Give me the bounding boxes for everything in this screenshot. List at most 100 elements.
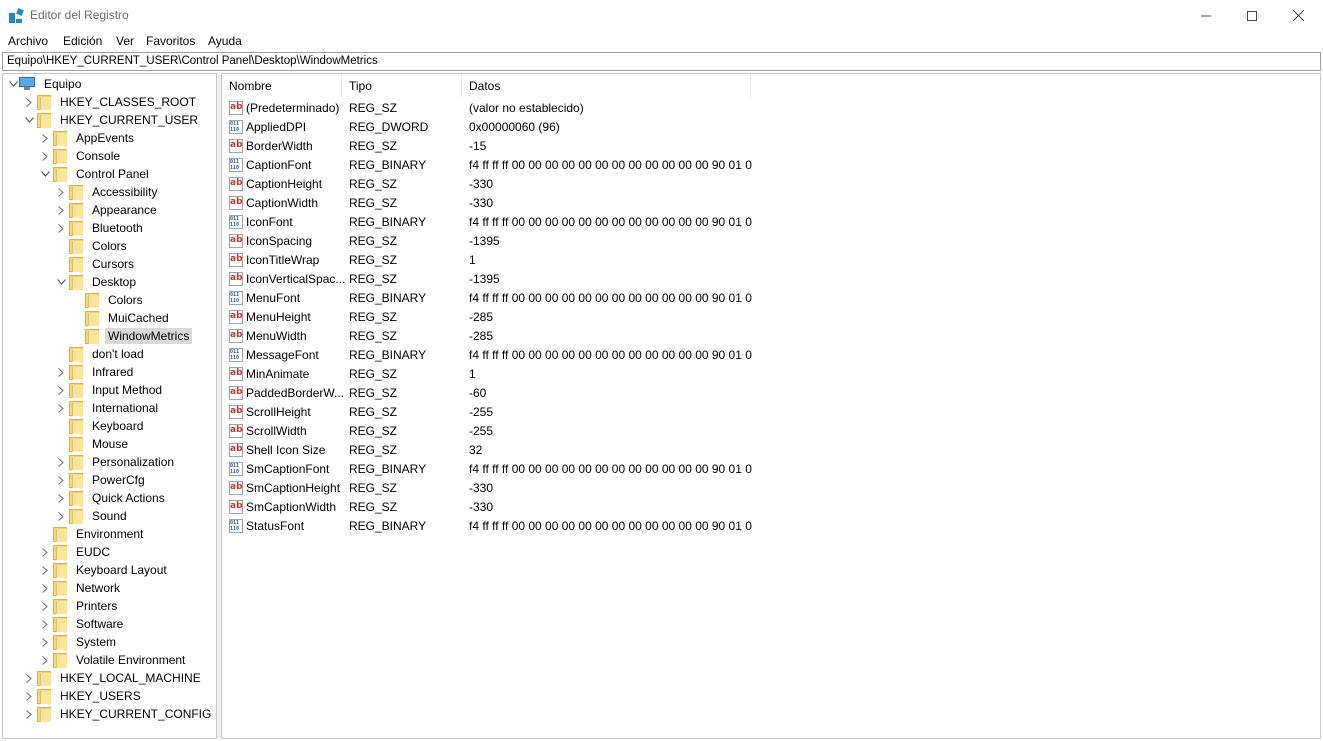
tree-item[interactable]: AppEvents <box>39 129 137 147</box>
chevron-right-icon[interactable] <box>39 615 51 633</box>
tree-item[interactable]: Printers <box>39 597 120 615</box>
chevron-right-icon[interactable] <box>55 489 67 507</box>
value-row[interactable]: ScrollWidth REG_SZ -255 <box>222 421 752 440</box>
tree-item[interactable]: Keyboard Layout <box>39 561 170 579</box>
value-row[interactable]: CaptionFont REG_BINARY f4 ff ff ff 00 00 0… <box>222 155 752 174</box>
title-bar[interactable]: Editor del Registro <box>0 0 1323 31</box>
chevron-right-icon[interactable] <box>55 363 67 381</box>
value-row[interactable]: SmCaptionWidth REG_SZ -330 <box>222 497 752 516</box>
chevron-right-icon[interactable] <box>23 669 35 687</box>
value-row[interactable]: CaptionWidth REG_SZ -330 <box>222 193 752 212</box>
chevron-right-icon[interactable] <box>55 183 67 201</box>
tree-item[interactable]: HKEY_CURRENT_CONFIG <box>23 705 214 723</box>
tree-item[interactable]: MuiCached <box>71 309 172 327</box>
tree-item[interactable]: Colors <box>71 291 146 309</box>
chevron-right-icon[interactable] <box>39 633 51 651</box>
value-row[interactable]: (Predeterminado) REG_SZ (valor no establec… <box>222 98 752 117</box>
chevron-right-icon[interactable] <box>55 381 67 399</box>
chevron-right-icon[interactable] <box>55 453 67 471</box>
chevron-right-icon[interactable] <box>39 597 51 615</box>
tree-item[interactable]: Volatile Environment <box>39 651 188 669</box>
value-row[interactable]: SmCaptionFont REG_BINARY f4 ff ff ff 00 00… <box>222 459 752 478</box>
tree-item[interactable]: Personalization <box>55 453 177 471</box>
menu-archivo[interactable]: Archivo <box>8 34 48 48</box>
chevron-right-icon[interactable] <box>23 705 35 723</box>
value-row[interactable]: IconTitleWrap REG_SZ 1 <box>222 250 752 269</box>
chevron-right-icon[interactable] <box>55 219 67 237</box>
value-row[interactable]: MenuFont REG_BINARY f4 ff ff ff 00 00 00 0… <box>222 288 752 307</box>
menu-favoritos[interactable]: Favoritos <box>146 34 195 48</box>
value-row[interactable]: AppliedDPI REG_DWORD 0x00000060 (96) <box>222 117 752 136</box>
chevron-right-icon[interactable] <box>55 399 67 417</box>
tree-item[interactable]: Keyboard <box>55 417 146 435</box>
value-row[interactable]: BorderWidth REG_SZ -15 <box>222 136 752 155</box>
tree-item[interactable]: Colors <box>55 237 130 255</box>
tree-item[interactable]: Quick Actions <box>55 489 168 507</box>
values-list[interactable]: Nombre Tipo Datos (Predeterminado) REG_SZ… <box>221 73 1321 739</box>
chevron-down-icon[interactable] <box>55 273 67 291</box>
key-tree[interactable]: Equipo HKEY_CLASSES_ROOT HKEY_CURRENT_USER… <box>2 73 217 739</box>
value-row[interactable]: MenuHeight REG_SZ -285 <box>222 307 752 326</box>
value-row[interactable]: StatusFont REG_BINARY f4 ff ff ff 00 00 00… <box>222 516 752 535</box>
chevron-right-icon[interactable] <box>39 129 51 147</box>
column-header-datos[interactable]: Datos <box>462 74 751 97</box>
value-row[interactable]: CaptionHeight REG_SZ -330 <box>222 174 752 193</box>
tree-item[interactable]: Mouse <box>55 435 131 453</box>
tree-item[interactable]: Sound <box>55 507 130 525</box>
chevron-right-icon[interactable] <box>55 471 67 489</box>
tree-item[interactable]: HKEY_LOCAL_MACHINE <box>23 669 204 687</box>
value-row[interactable]: Shell Icon Size REG_SZ 32 <box>222 440 752 459</box>
value-row[interactable]: MessageFont REG_BINARY f4 ff ff ff 00 00 0… <box>222 345 752 364</box>
tree-item[interactable]: Infrared <box>55 363 136 381</box>
tree-item[interactable]: HKEY_CURRENT_USER <box>23 111 201 129</box>
column-header-tipo[interactable]: Tipo <box>342 74 462 97</box>
chevron-right-icon[interactable] <box>55 507 67 525</box>
value-row[interactable]: IconSpacing REG_SZ -1395 <box>222 231 752 250</box>
tree-item[interactable]: don't load <box>55 345 147 363</box>
chevron-down-icon[interactable] <box>23 111 35 129</box>
chevron-right-icon[interactable] <box>39 561 51 579</box>
address-bar[interactable]: Equipo\HKEY_CURRENT_USER\Control Panel\D… <box>2 52 1321 71</box>
tree-item[interactable]: HKEY_CLASSES_ROOT <box>23 93 199 111</box>
menu-ver[interactable]: Ver <box>116 34 134 48</box>
tree-item[interactable]: EUDC <box>39 543 113 561</box>
chevron-down-icon[interactable] <box>39 165 51 183</box>
tree-item[interactable]: PowerCfg <box>55 471 148 489</box>
value-row[interactable]: SmCaptionHeight REG_SZ -330 <box>222 478 752 497</box>
tree-item[interactable]: Desktop <box>55 273 139 291</box>
value-row[interactable]: ScrollHeight REG_SZ -255 <box>222 402 752 421</box>
chevron-right-icon[interactable] <box>39 651 51 669</box>
chevron-right-icon[interactable] <box>55 201 67 219</box>
column-header-nombre[interactable]: Nombre <box>222 74 342 97</box>
tree-item[interactable]: Cursors <box>55 255 137 273</box>
menu-ayuda[interactable]: Ayuda <box>208 34 242 48</box>
tree-item[interactable]: Equipo <box>7 75 84 93</box>
tree-item[interactable]: Bluetooth <box>55 219 146 237</box>
tree-item[interactable]: Network <box>39 579 123 597</box>
value-row[interactable]: MenuWidth REG_SZ -285 <box>222 326 752 345</box>
value-row[interactable]: PaddedBorderW... REG_SZ -60 <box>222 383 752 402</box>
tree-item[interactable]: Appearance <box>55 201 160 219</box>
chevron-right-icon[interactable] <box>39 543 51 561</box>
minimize-button[interactable] <box>1183 0 1229 31</box>
chevron-right-icon[interactable] <box>23 687 35 705</box>
tree-item[interactable]: Software <box>39 615 126 633</box>
chevron-right-icon[interactable] <box>23 93 35 111</box>
maximize-button[interactable] <box>1229 0 1275 31</box>
close-button[interactable] <box>1275 0 1321 31</box>
tree-item[interactable]: System <box>39 633 119 651</box>
tree-item[interactable]: WindowMetrics <box>71 327 193 345</box>
tree-item[interactable]: Control Panel <box>39 165 152 183</box>
value-row[interactable]: MinAnimate REG_SZ 1 <box>222 364 752 383</box>
value-row[interactable]: IconFont REG_BINARY f4 ff ff ff 00 00 00 0… <box>222 212 752 231</box>
tree-item[interactable]: Environment <box>39 525 146 543</box>
tree-item[interactable]: International <box>55 399 161 417</box>
tree-item[interactable]: Input Method <box>55 381 165 399</box>
tree-item[interactable]: HKEY_USERS <box>23 687 144 705</box>
tree-item[interactable]: Accessibility <box>55 183 160 201</box>
chevron-right-icon[interactable] <box>39 579 51 597</box>
value-row[interactable]: IconVerticalSpac... REG_SZ -1395 <box>222 269 752 288</box>
menu-edicion[interactable]: Edición <box>63 34 102 48</box>
chevron-right-icon[interactable] <box>39 147 51 165</box>
chevron-down-icon[interactable] <box>7 75 19 93</box>
